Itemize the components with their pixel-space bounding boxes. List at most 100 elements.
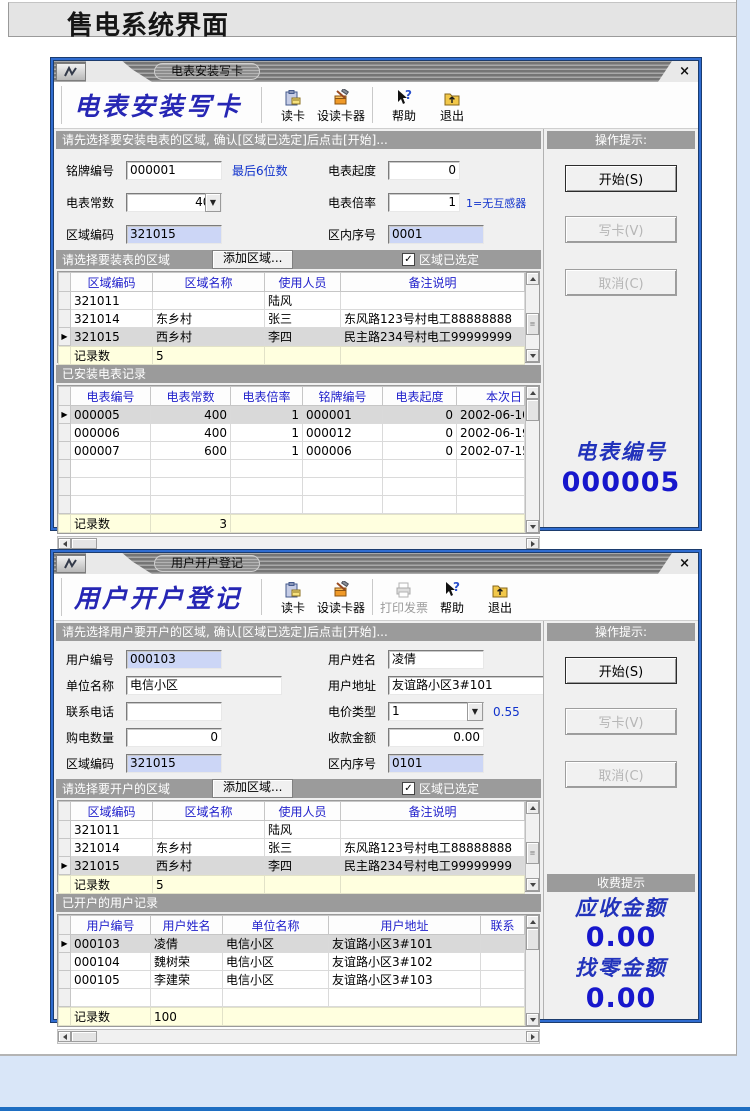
col-header[interactable]: 区域编码 (71, 802, 153, 821)
scroll-up-button[interactable] (526, 915, 539, 928)
user-name-input[interactable] (388, 650, 484, 669)
col-header[interactable]: 备注说明 (341, 273, 525, 292)
check-icon: ✓ (404, 780, 412, 798)
col-header[interactable]: 单位名称 (223, 916, 329, 935)
table-header-row[interactable]: 区域编码 区域名称 使用人员 备注说明 (59, 802, 525, 821)
set-reader-button[interactable]: 设读卡器 (317, 576, 365, 618)
vertical-scrollbar[interactable] (525, 915, 539, 1026)
exit-button[interactable]: 退出 (476, 576, 524, 618)
table-row[interactable]: 321014 东乡村 张三 东风路123号村电工88888888 (59, 310, 525, 328)
col-header[interactable]: 用户地址 (329, 916, 481, 935)
scroll-down-button[interactable] (526, 520, 539, 533)
vertical-scrollbar[interactable] (525, 386, 539, 533)
table-row[interactable]: 321011 陆风 (59, 821, 525, 839)
col-header[interactable]: 备注说明 (341, 802, 525, 821)
read-card-icon (284, 87, 302, 107)
table-row[interactable]: 321014 东乡村 张三 东风路123号村电工88888888 (59, 839, 525, 857)
scroll-down-button[interactable] (526, 349, 539, 362)
start-button[interactable]: 开始(S) (565, 165, 677, 192)
scroll-down-button[interactable] (526, 878, 539, 891)
dropdown-button[interactable]: ▼ (205, 193, 221, 212)
seq-label: 区内序号 (328, 226, 388, 243)
col-header[interactable]: 区域编码 (71, 273, 153, 292)
scroll-left-button[interactable] (58, 538, 71, 549)
table-header-row[interactable]: 电表编号 电表常数 电表倍率 铭牌编号 电表起度 本次日 (59, 387, 525, 406)
exit-button[interactable]: 退出 (428, 84, 476, 126)
col-header[interactable]: 电表倍率 (231, 387, 303, 406)
table-row[interactable]: 000104 魏树荣 电信小区 友谊路小区3#102 (59, 953, 525, 971)
add-area-button[interactable]: 添加区域... (212, 250, 293, 269)
scrollbar-thumb[interactable] (526, 399, 539, 421)
scrollbar-thumb[interactable]: ≡ (526, 313, 539, 335)
nameplate-input[interactable] (126, 161, 222, 180)
vertical-scrollbar[interactable]: ≡ (525, 272, 539, 362)
table-row-selected[interactable]: ▶ 321015 西乡村 李四 民主路234号村电工99999999 (59, 328, 525, 346)
scroll-down-button[interactable] (526, 1013, 539, 1026)
scrollbar-thumb[interactable] (71, 538, 97, 549)
col-header[interactable]: 区域名称 (153, 273, 265, 292)
read-card-button[interactable]: 读卡 (269, 84, 317, 126)
col-header[interactable]: 区域名称 (153, 802, 265, 821)
col-header[interactable]: 用户编号 (71, 916, 151, 935)
set-reader-button[interactable]: 设读卡器 (317, 84, 365, 126)
multiplier-input[interactable] (388, 193, 460, 212)
phone-input[interactable] (126, 702, 222, 721)
table-header-row[interactable]: 用户编号 用户姓名 单位名称 用户地址 联系 (59, 916, 525, 935)
area-selected-checkbox[interactable]: ✓ (402, 253, 415, 266)
horizontal-scrollbar[interactable] (57, 1029, 540, 1044)
table-row[interactable]: 000007 600 1 000006 0 2002-07-15 (59, 442, 525, 460)
col-header[interactable]: 电表编号 (71, 387, 151, 406)
cancel-button[interactable]: 取消(C) (565, 761, 677, 788)
scrollbar-thumb[interactable] (526, 928, 539, 950)
col-header[interactable]: 使用人员 (265, 273, 341, 292)
write-card-button[interactable]: 写卡(V) (565, 216, 677, 243)
col-header[interactable]: 铭牌编号 (303, 387, 383, 406)
scroll-right-button[interactable] (526, 538, 539, 549)
cell: 2002-06-19 (457, 424, 525, 442)
scrollbar-thumb[interactable] (71, 1031, 97, 1042)
area-selected-checkbox[interactable]: ✓ (402, 782, 415, 795)
help-button[interactable]: ? 帮助 (380, 84, 428, 126)
print-invoice-button[interactable]: 打印发票 (380, 576, 428, 618)
scroll-up-button[interactable] (526, 801, 539, 814)
scroll-up-button[interactable] (526, 272, 539, 285)
vertical-scrollbar[interactable]: ≡ (525, 801, 539, 891)
col-header[interactable]: 用户姓名 (151, 916, 223, 935)
page-title: 售电系统界面 (67, 5, 736, 42)
scroll-left-button[interactable] (58, 1031, 71, 1042)
col-header[interactable]: 电表起度 (383, 387, 457, 406)
col-header[interactable]: 联系 (481, 916, 525, 935)
table-row[interactable]: 321011 陆风 (59, 292, 525, 310)
table-row-selected[interactable]: ▶ 000103 凌倩 电信小区 友谊路小区3#101 (59, 935, 525, 953)
close-button[interactable]: × (658, 553, 698, 574)
titlebar[interactable]: 电表安装写卡 × (54, 61, 698, 82)
table-row[interactable]: 000105 李建荣 电信小区 友谊路小区3#103 (59, 971, 525, 989)
read-card-button[interactable]: 读卡 (269, 576, 317, 618)
table-header-row[interactable]: 区域编码 区域名称 使用人员 备注说明 (59, 273, 525, 292)
col-header[interactable]: 本次日 (457, 387, 525, 406)
price-hint: 0.55 (493, 705, 520, 719)
user-no-label: 用户编号 (66, 651, 126, 668)
start-reading-input[interactable] (388, 161, 460, 180)
scroll-up-button[interactable] (526, 386, 539, 399)
amount-input[interactable] (388, 728, 484, 747)
table-row-selected[interactable]: ▶ 000005 400 1 000001 0 2002-06-10 (59, 406, 525, 424)
address-input[interactable] (388, 676, 554, 695)
table-row[interactable]: 000006 400 1 000012 0 2002-06-19 (59, 424, 525, 442)
help-button[interactable]: ? 帮助 (428, 576, 476, 618)
unit-name-input[interactable] (126, 676, 282, 695)
col-header[interactable]: 使用人员 (265, 802, 341, 821)
titlebar[interactable]: 用户开户登记 × (54, 553, 698, 574)
dropdown-button[interactable]: ▼ (467, 702, 483, 721)
table-row-selected[interactable]: ▶ 321015 西乡村 李四 民主路234号村电工99999999 (59, 857, 525, 875)
qty-input[interactable] (126, 728, 222, 747)
write-card-button[interactable]: 写卡(V) (565, 708, 677, 735)
cancel-button[interactable]: 取消(C) (565, 269, 677, 296)
start-button[interactable]: 开始(S) (565, 657, 677, 684)
add-area-button[interactable]: 添加区域... (212, 779, 293, 798)
scrollbar-thumb[interactable]: ≡ (526, 842, 539, 864)
close-button[interactable]: × (658, 61, 698, 82)
scroll-right-button[interactable] (526, 1031, 539, 1042)
toolbar: 用户开户登记 读卡 设读卡器 (54, 574, 698, 621)
col-header[interactable]: 电表常数 (151, 387, 231, 406)
